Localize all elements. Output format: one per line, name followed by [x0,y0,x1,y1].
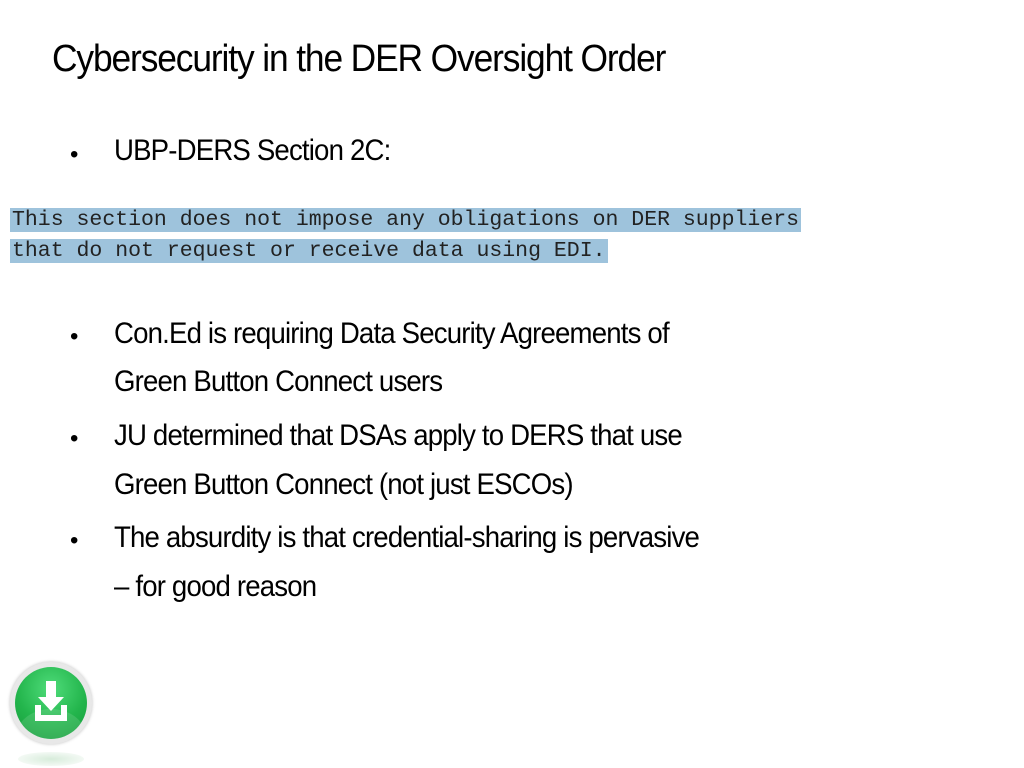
slide-title: Cybersecurity in the DER Oversight Order [52,38,666,80]
bullet-dot: • [70,425,79,452]
bullet-item: Con.Ed is requiring Data Security Agreem… [114,317,670,350]
bullet-dot: • [70,527,79,554]
quote-line: This section does not impose any obligat… [10,208,802,232]
bullet-item-continuation: – for good reason [114,570,317,603]
quoted-excerpt: This section does not impose any obligat… [10,205,802,267]
section-bullet: UBP-DERS Section 2C: [114,134,391,167]
bullet-item: The absurdity is that credential-sharing… [114,521,700,554]
bullet-dot: • [70,141,79,168]
bullet-item-continuation: Green Button Connect users [114,365,443,398]
download-button-face [15,667,87,739]
bullet-item-continuation: Green Button Connect (not just ESCOs) [114,468,574,501]
download-button[interactable] [10,662,92,744]
download-button-reflection [18,752,84,766]
bullet-item: JU determined that DSAs apply to DERS th… [114,419,683,452]
download-icon [35,681,67,721]
bullet-dot: • [70,323,79,350]
quote-line: that do not request or receive data usin… [10,239,608,263]
